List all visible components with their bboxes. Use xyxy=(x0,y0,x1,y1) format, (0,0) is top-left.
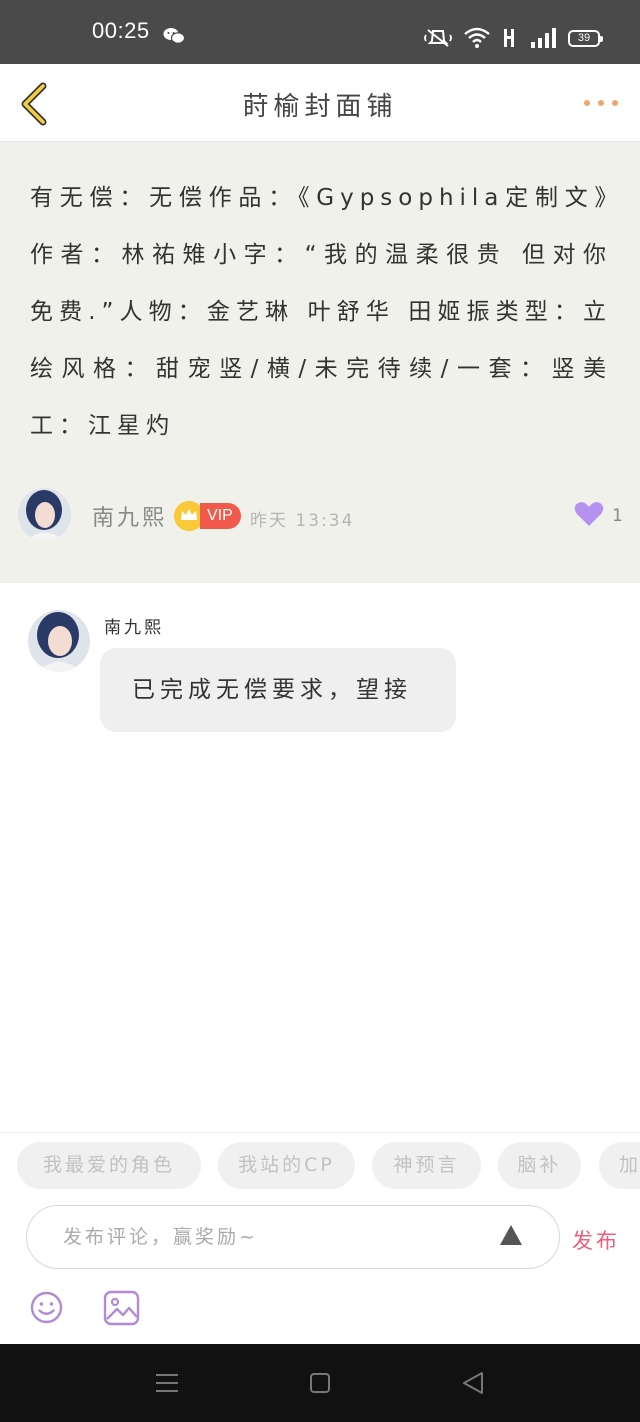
quick-tag-chip[interactable]: 加 xyxy=(599,1142,640,1189)
comment-input-box xyxy=(26,1205,560,1269)
signal-icon xyxy=(531,28,556,48)
publish-button[interactable]: 发布 xyxy=(572,1225,620,1255)
battery-icon: 39 xyxy=(568,29,603,47)
quick-tag-chip[interactable]: 我站的CP xyxy=(218,1142,355,1189)
image-icon[interactable] xyxy=(103,1290,140,1326)
vip-badge: VIP xyxy=(200,503,241,529)
like-count: 1 xyxy=(612,506,623,526)
more-icon[interactable] xyxy=(584,100,618,108)
post-author-row: 南九熙 VIP 昨天 13:34 1 xyxy=(18,488,623,542)
home-icon[interactable] xyxy=(309,1371,331,1395)
heart-icon[interactable] xyxy=(574,501,604,527)
comment-author-name[interactable]: 南九熙 xyxy=(104,613,164,638)
mute-icon xyxy=(424,29,452,47)
post-card: 有无偿：无偿作品：《Gypsophila定制文》作者：林祐雉小字：“我的温柔很贵… xyxy=(0,142,640,583)
comment-composer: 我最爱的角色 我站的CP 神预言 脑补 加 发布 xyxy=(0,1132,640,1344)
comment-avatar[interactable] xyxy=(28,610,90,672)
send-arrow-icon[interactable] xyxy=(499,1224,523,1246)
system-nav-bar xyxy=(0,1344,640,1422)
top-nav-bar: 莳榆封面铺 xyxy=(0,64,640,142)
wifi-icon xyxy=(464,27,490,48)
quick-tag-list: 我最爱的角色 我站的CP 神预言 脑补 加 xyxy=(17,1142,640,1190)
status-bar: 00:25 39 xyxy=(0,0,640,64)
author-name[interactable]: 南九熙 xyxy=(92,500,167,532)
quick-tag-chip[interactable]: 脑补 xyxy=(498,1142,581,1189)
page-title: 莳榆封面铺 xyxy=(242,92,398,122)
status-time: 00:25 xyxy=(92,18,150,43)
quick-tag-chip[interactable]: 神预言 xyxy=(372,1142,481,1189)
post-body: 有无偿：无偿作品：《Gypsophila定制文》作者：林祐雉小字：“我的温柔很贵… xyxy=(30,185,612,439)
status-icons: 39 xyxy=(424,26,603,50)
comment-bubble: 已完成无偿要求，望接 xyxy=(100,648,456,732)
post-timestamp: 昨天 13:34 xyxy=(250,511,355,531)
comment-input[interactable] xyxy=(63,1220,483,1254)
quick-tag-chip[interactable]: 我最爱的角色 xyxy=(17,1142,201,1189)
avatar[interactable] xyxy=(18,488,71,541)
wechat-icon xyxy=(163,28,185,44)
emoji-icon[interactable] xyxy=(30,1291,63,1324)
menu-icon[interactable] xyxy=(155,1371,179,1395)
back-nav-icon[interactable] xyxy=(461,1371,485,1395)
hd-icon xyxy=(504,29,514,47)
